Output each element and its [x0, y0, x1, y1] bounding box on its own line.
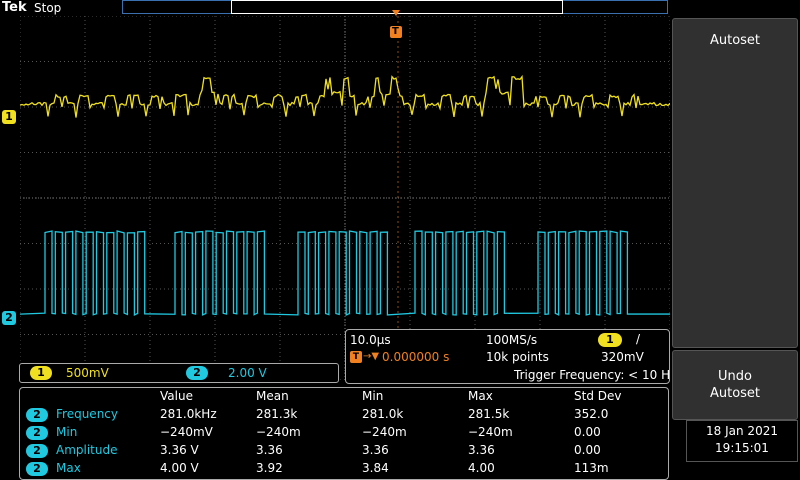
measurement-mean: 3.36	[256, 442, 283, 459]
measurement-row-frequency[interactable]: 2 Frequency 281.0kHz 281.3k 281.0k 281.5…	[20, 406, 670, 423]
ch1-scale: 500mV	[66, 366, 109, 380]
date-time-display[interactable]: 18 Jan 2021 19:15:01	[686, 420, 798, 462]
ch2-offset-marker[interactable]: 2	[2, 311, 16, 325]
measurement-min: 3.84	[362, 460, 389, 477]
measurement-name: Min	[56, 424, 77, 441]
measurement-mean: −240m	[256, 424, 301, 441]
measurement-std-dev: 0.00	[574, 442, 601, 459]
measurement-min: 281.0k	[362, 406, 403, 423]
ch2-badge: 2	[26, 408, 48, 422]
ch2-badge[interactable]: 2	[186, 366, 208, 380]
run-state[interactable]: Stop	[34, 0, 61, 16]
date-text: 18 Jan 2021	[687, 423, 797, 440]
sample-rate: 100MS/s	[486, 333, 537, 347]
brand-logo: Tek	[2, 0, 27, 16]
measurement-max: 3.36	[468, 442, 495, 459]
trigger-marker-label: T	[392, 25, 399, 39]
ch1-offset-marker[interactable]: 1	[2, 110, 16, 124]
measurement-row-min[interactable]: 2 Min −240mV −240m −240m −240m 0.00	[20, 424, 670, 441]
graticule	[20, 16, 670, 380]
record-length: 10k points	[486, 350, 549, 364]
trigger-frequency: Trigger Frequency: < 10 H	[514, 368, 670, 382]
ch2-badge: 2	[26, 444, 48, 458]
horizontal-position: 0.000000 s	[382, 350, 449, 364]
measurement-name: Max	[56, 460, 81, 477]
trigger-source-badge[interactable]: 1	[598, 333, 622, 347]
measurement-value: 3.36 V	[160, 442, 199, 459]
col-value: Value	[160, 388, 193, 405]
measurement-std-dev: 113m	[574, 460, 609, 477]
measurement-max: 281.5k	[468, 406, 509, 423]
autoset-label: Autoset	[710, 33, 760, 48]
measurement-min: −240m	[362, 424, 407, 441]
measurement-max: −240m	[468, 424, 513, 441]
trigger-position-marker[interactable]: T	[390, 2, 402, 38]
trigger-arrow-icon: →▼	[363, 350, 379, 364]
measurement-name: Frequency	[56, 406, 118, 423]
measurement-max: 4.00	[468, 460, 495, 477]
measurement-mean: 3.92	[256, 460, 283, 477]
measurement-std-dev: 352.0	[574, 406, 608, 423]
ch2-badge: 2	[26, 426, 48, 440]
time-text: 19:15:01	[687, 440, 797, 457]
trigger-position-icon: T	[350, 351, 362, 363]
measurement-table[interactable]: Value Mean Min Max Std Dev 2 Frequency 2…	[19, 387, 669, 480]
horizontal-settings-box[interactable]: 10.0μs 100MS/s 1 / T →▼ 0.000000 s 10k p…	[345, 329, 670, 384]
undo-autoset-button[interactable]: Undo Autoset	[672, 350, 798, 420]
undo-label-line2: Autoset	[710, 385, 760, 402]
ch1-badge[interactable]: 1	[30, 366, 52, 380]
measurement-std-dev: 0.00	[574, 424, 601, 441]
measurement-name: Amplitude	[56, 442, 118, 459]
autoset-button[interactable]: Autoset	[672, 18, 798, 348]
measurement-min: 3.36	[362, 442, 389, 459]
col-mean: Mean	[256, 388, 289, 405]
measurement-value: −240mV	[160, 424, 213, 441]
col-max: Max	[468, 388, 493, 405]
col-min: Min	[362, 388, 383, 405]
measurement-row-amplitude[interactable]: 2 Amplitude 3.36 V 3.36 3.36 3.36 0.00	[20, 442, 670, 459]
measurement-value: 281.0kHz	[160, 406, 217, 423]
ch2-badge: 2	[26, 462, 48, 476]
trigger-level: 320mV	[601, 350, 644, 364]
measurement-row-max[interactable]: 2 Max 4.00 V 3.92 3.84 4.00 113m	[20, 460, 670, 477]
vertical-scale-box[interactable]: 1 500mV 2 2.00 V	[19, 363, 339, 383]
time-per-div: 10.0μs	[350, 333, 391, 347]
measurement-value: 4.00 V	[160, 460, 199, 477]
measurement-header-row: Value Mean Min Max Std Dev	[20, 388, 670, 405]
measurement-mean: 281.3k	[256, 406, 297, 423]
col-std-dev: Std Dev	[574, 388, 621, 405]
undo-label-line1: Undo	[710, 368, 760, 385]
ch2-scale: 2.00 V	[228, 366, 267, 380]
trigger-slope-icon: /	[636, 332, 640, 346]
waveform-display[interactable]	[20, 16, 670, 380]
